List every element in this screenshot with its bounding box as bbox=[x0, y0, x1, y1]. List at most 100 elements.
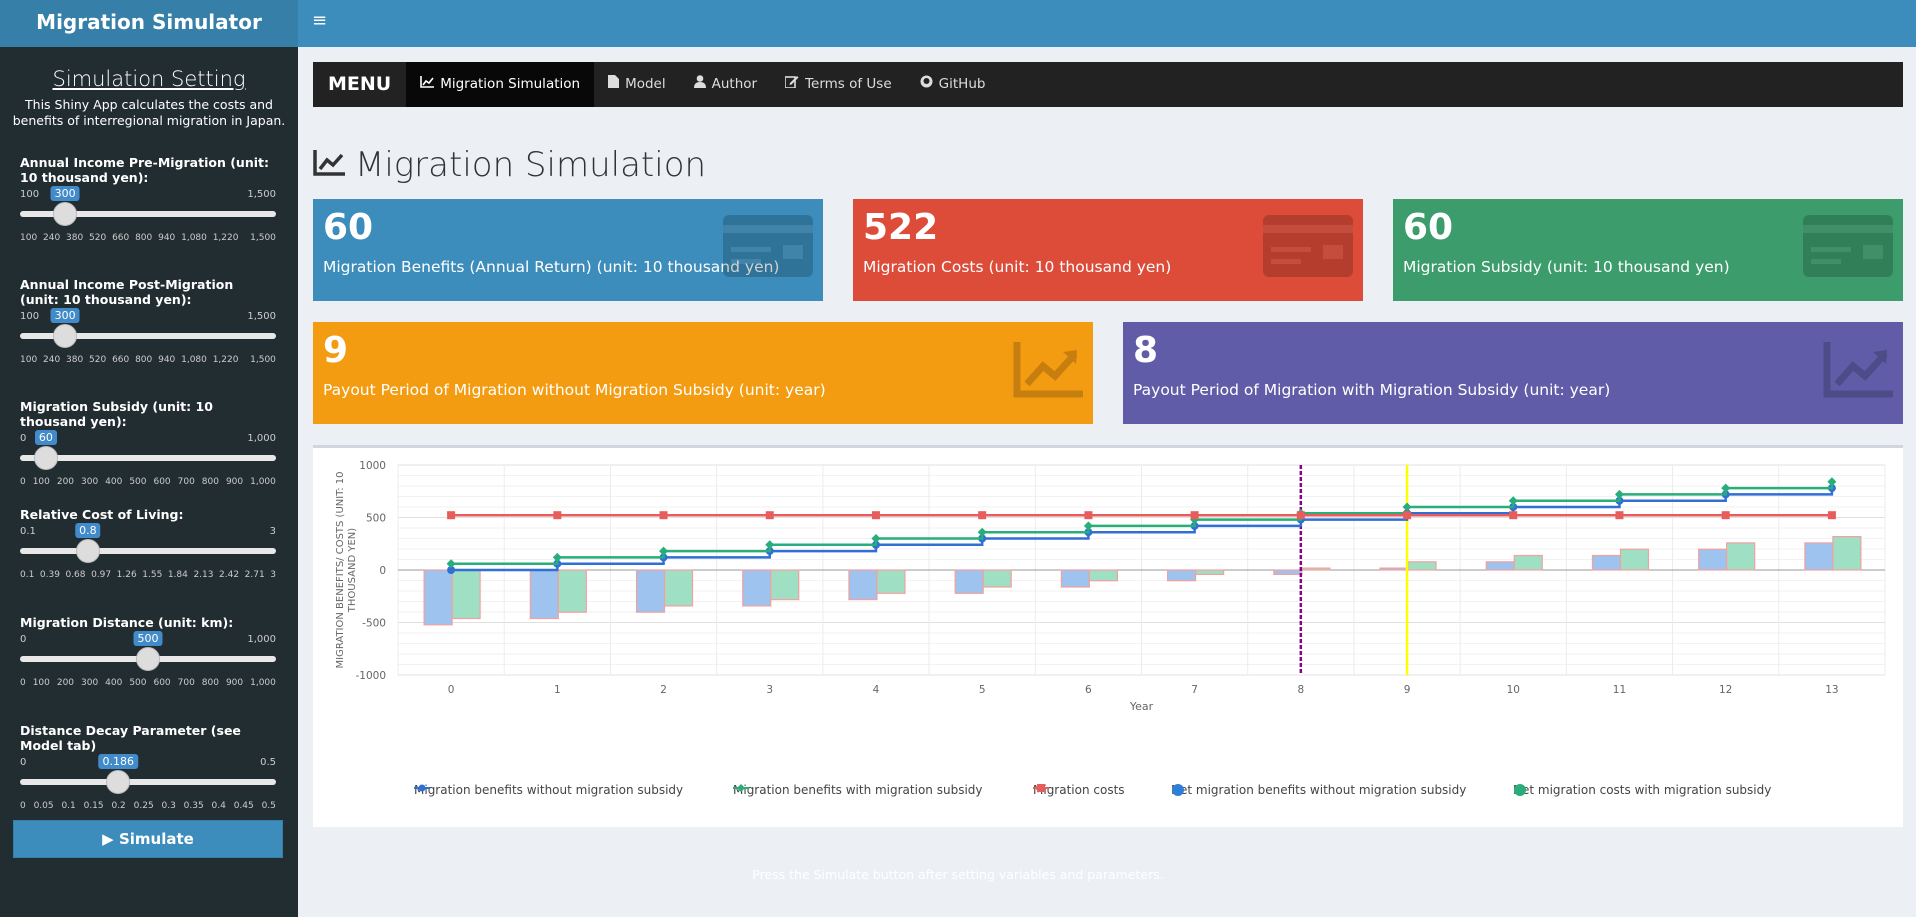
slider-tick-label: 1,000 bbox=[250, 477, 276, 487]
slider-track[interactable] bbox=[20, 455, 276, 461]
edit-icon bbox=[784, 62, 799, 107]
slider-tick-label: 100 bbox=[20, 355, 38, 365]
slider-track[interactable] bbox=[20, 548, 276, 554]
sidebar-description: This Shiny App calculates the costs and … bbox=[12, 97, 286, 128]
net-bar bbox=[1301, 567, 1331, 571]
slider-ticks: 0 100 200 300 400 500 600 700 800 900 1,000 bbox=[20, 678, 276, 688]
distance-decay-slider[interactable]: Distance Decay Parameter (see Model tab)… bbox=[20, 723, 276, 811]
slider-tick-label: 0.05 bbox=[33, 801, 54, 811]
slider-track[interactable] bbox=[20, 779, 276, 785]
value-box-payout-with-subsidy: 8 Payout Period of Migration with Migrat… bbox=[1123, 322, 1903, 424]
slider-tick-label: 0.1 bbox=[20, 570, 35, 580]
legend-item-migration-costs[interactable]: Migration costs bbox=[1033, 783, 1125, 797]
navbar-brand: MENU bbox=[328, 73, 392, 95]
net-bar bbox=[557, 569, 587, 613]
series-point bbox=[1721, 511, 1730, 520]
slider-tick-label: 1,500 bbox=[250, 233, 276, 243]
slider-tick-label: 900 bbox=[225, 678, 244, 688]
area-chart-icon bbox=[1013, 342, 1083, 398]
credit-card-icon bbox=[723, 215, 813, 277]
series-point bbox=[1614, 489, 1624, 499]
slider-handle[interactable] bbox=[33, 446, 58, 470]
net-bar bbox=[1195, 569, 1225, 576]
page-title-text: Migration Simulation bbox=[355, 145, 707, 185]
slider-ticks: 0 100 200 300 400 500 600 700 800 900 1,000 bbox=[20, 477, 276, 487]
net-bar bbox=[1591, 554, 1622, 571]
slider-tick-label: 1,080 bbox=[181, 233, 207, 243]
area-chart-icon bbox=[1823, 342, 1893, 398]
legend-label: Net migration costs with migration subsi… bbox=[1513, 783, 1772, 797]
series-point bbox=[1296, 511, 1305, 520]
slider-handle[interactable] bbox=[75, 539, 100, 563]
legend-item-benefits-without-subsidy[interactable]: Migration benefits without migration sub… bbox=[414, 783, 683, 797]
slider-tick-label: 0.2 bbox=[111, 801, 126, 811]
net-bar bbox=[1273, 569, 1303, 576]
x-tick-label: 1 bbox=[554, 684, 561, 696]
sidebar-footer-note: Press the Simulate button after setting … bbox=[752, 867, 1164, 882]
tab-model[interactable]: Model bbox=[594, 62, 680, 107]
slider-tick-label: 0.39 bbox=[39, 570, 60, 580]
slider-tick-label: 200 bbox=[56, 477, 75, 487]
slider-tick-label: 300 bbox=[81, 477, 99, 487]
slider-max: 1,000 bbox=[247, 433, 276, 444]
net-bar bbox=[1088, 569, 1118, 582]
slider-tick-label: 100 bbox=[32, 678, 50, 688]
value-box-number: 8 bbox=[1133, 330, 1159, 371]
income-post-slider[interactable]: Annual Income Post-Migration (unit: 10 t… bbox=[20, 277, 276, 365]
slider-handle[interactable] bbox=[53, 324, 78, 348]
slider-min: 0.1 bbox=[20, 526, 36, 537]
simulate-button[interactable]: ▶ Simulate bbox=[13, 820, 283, 858]
cost-of-living-slider[interactable]: Relative Cost of Living: 0.1 3 0.8 0.1 0.… bbox=[20, 507, 276, 580]
net-bar bbox=[1832, 536, 1862, 571]
slider-min: 100 bbox=[20, 311, 40, 322]
legend-label: Migration benefits with migration subsid… bbox=[733, 783, 983, 797]
slider-tick-label: 800 bbox=[135, 233, 153, 243]
net-bar bbox=[770, 569, 800, 601]
x-tick-label: 2 bbox=[660, 684, 667, 696]
income-pre-slider[interactable]: Annual Income Pre-Migration (unit: 10 th… bbox=[20, 155, 276, 243]
series-point bbox=[977, 527, 987, 537]
value-box-number: 522 bbox=[863, 207, 939, 248]
tab-author[interactable]: Author bbox=[680, 62, 771, 107]
migration-subsidy-slider[interactable]: Migration Subsidy (unit: 10 thousand yen… bbox=[20, 399, 276, 487]
simulation-chart: 10005000-500-10000 1 2 3 4 5 6 7 8 9 10 11 12 13YearM… bbox=[335, 460, 1886, 713]
line-chart-icon bbox=[313, 145, 345, 185]
sidebar-toggle-icon[interactable]: ≡ bbox=[312, 10, 327, 31]
slider-handle[interactable] bbox=[136, 647, 160, 671]
value-box-migration-costs: 522 Migration Costs (unit: 10 thousand y… bbox=[853, 199, 1363, 301]
slider-tick-label: 100 bbox=[20, 233, 38, 243]
slider-tick-label: 800 bbox=[135, 355, 153, 365]
legend-item-net-benefits-without-subsidy[interactable]: Net migration benefits without migration… bbox=[1171, 783, 1466, 797]
series-point bbox=[1402, 502, 1412, 512]
legend-item-benefits-with-subsidy[interactable]: Migration benefits with migration subsid… bbox=[733, 783, 983, 797]
slider-tick-label: 0.15 bbox=[83, 801, 104, 811]
y-tick-label: 1000 bbox=[359, 460, 386, 472]
slider-value: 0.186 bbox=[98, 754, 139, 769]
slider-tick-label: 0.35 bbox=[183, 801, 204, 811]
series-point bbox=[871, 534, 881, 543]
menu-navbar: MENU Migration Simulation Model Author T… bbox=[313, 62, 1903, 107]
net-bar bbox=[1698, 548, 1728, 571]
slider-handle[interactable] bbox=[106, 770, 131, 794]
slider-tick-label: 2.13 bbox=[193, 570, 214, 580]
net-bar bbox=[423, 569, 453, 626]
slider-tick-label: 800 bbox=[201, 477, 219, 487]
tab-label: GitHub bbox=[938, 76, 986, 92]
net-bar bbox=[876, 569, 906, 594]
tab-terms-of-use[interactable]: Terms of Use bbox=[771, 62, 906, 107]
tab-migration-simulation[interactable]: Migration Simulation bbox=[406, 62, 595, 107]
legend-item-net-costs-with-subsidy[interactable]: Net migration costs with migration subsi… bbox=[1513, 783, 1771, 797]
slider-min: 0 bbox=[20, 634, 27, 645]
tab-github[interactable]: GitHub bbox=[906, 62, 1000, 107]
slider-value: 300 bbox=[50, 308, 80, 323]
slider-max: 3 bbox=[269, 526, 276, 537]
slider-handle[interactable] bbox=[53, 202, 78, 226]
slider-tick-label: 660 bbox=[112, 233, 130, 243]
series-point bbox=[659, 511, 668, 520]
slider-tick-label: 1,220 bbox=[212, 355, 239, 365]
x-tick-label: 11 bbox=[1613, 684, 1626, 696]
migration-distance-slider[interactable]: Migration Distance (unit: km): 0 1,000 5… bbox=[20, 615, 276, 688]
value-box-migration-subsidy: 60 Migration Subsidy (unit: 10 thousand … bbox=[1393, 199, 1903, 301]
app-logo-title: Migration Simulator bbox=[0, 0, 298, 47]
slider-label: Migration Distance (unit: km): bbox=[20, 615, 234, 630]
